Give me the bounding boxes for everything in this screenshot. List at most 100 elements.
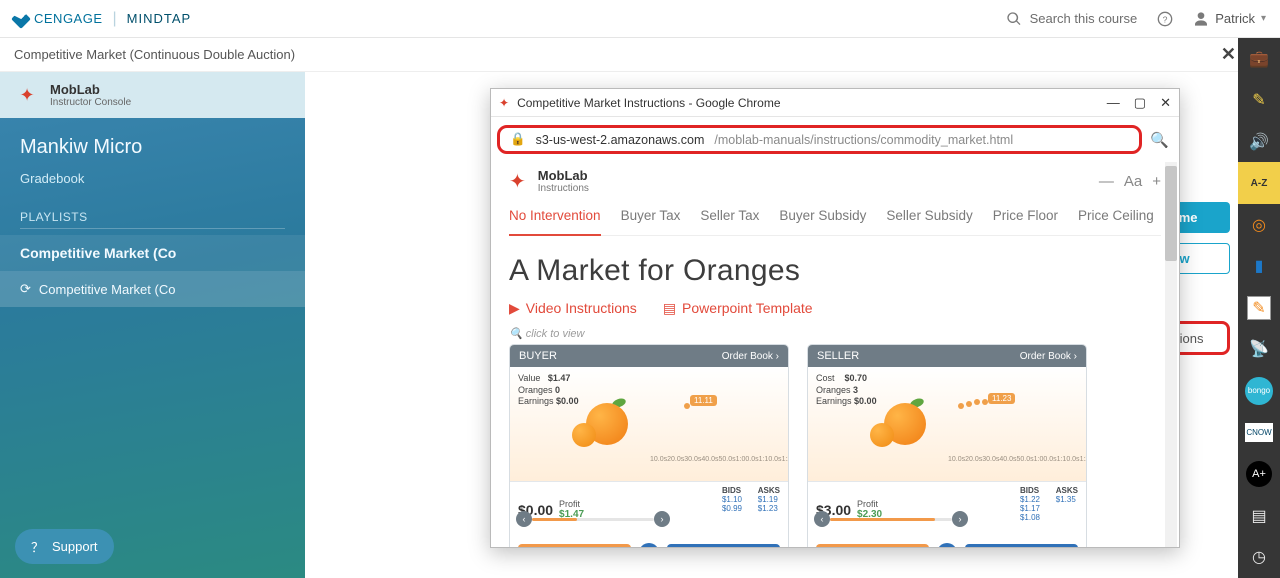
ribbon-list-icon[interactable]: ▤ xyxy=(1238,495,1280,536)
doc-tabs: No Intervention Buyer Tax Seller Tax Buy… xyxy=(509,198,1161,236)
minimize-icon[interactable]: — xyxy=(1107,95,1120,111)
doc-brand-sub: Instructions xyxy=(538,183,589,194)
tab-buyer-subsidy[interactable]: Buyer Subsidy xyxy=(779,208,866,231)
seller-card[interactable]: SELLER Order Book › Cost $0.70 Oranges 3 … xyxy=(807,344,1087,547)
moblab-header: ✦ MobLab Instructor Console xyxy=(0,72,305,118)
moblab-sub: Instructor Console xyxy=(50,97,131,108)
ribbon-glossary-icon[interactable]: A-Z xyxy=(1238,162,1280,203)
doc-brand: MobLab xyxy=(538,168,589,183)
moblab-logo-icon: ✦ xyxy=(14,82,40,108)
ribbon-cnow-icon[interactable]: CNOW xyxy=(1245,423,1273,443)
ribbon-target-icon[interactable]: ◎ xyxy=(1238,204,1280,245)
scroll-thumb[interactable] xyxy=(1165,166,1177,261)
ribbon-bongo-icon[interactable]: bongo xyxy=(1245,377,1273,405)
address-bar-row: 🔒 s3-us-west-2.amazonaws.com/moblab-manu… xyxy=(491,117,1179,162)
tab-price-ceiling[interactable]: Price Ceiling xyxy=(1078,208,1154,231)
seller-kv: Cost $0.70 Oranges 3 Earnings $0.00 xyxy=(816,373,877,408)
topbar: CENGAGE | MINDTAP Search this course ? P… xyxy=(0,0,1280,38)
maximize-icon[interactable]: ▢ xyxy=(1134,95,1146,111)
buyer-title: BUYER xyxy=(519,350,557,362)
video-instructions-label: Video Instructions xyxy=(526,300,637,316)
product: MINDTAP xyxy=(127,11,192,26)
orange-icon xyxy=(870,399,934,447)
ribbon-a-plus-icon[interactable]: A+ xyxy=(1246,461,1272,487)
seller-bids: BIDS$1.22$1.17$1.08 xyxy=(1020,486,1040,522)
ribbon-notes-icon[interactable]: ✎ xyxy=(1247,296,1271,320)
seller-sell-button: Sell at Highest Bid xyxy=(965,544,1078,547)
video-instructions-link[interactable]: ▶Video Instructions xyxy=(509,300,637,317)
playlist-item-competitive-market[interactable]: Competitive Market (Co xyxy=(0,235,305,271)
tab-price-floor[interactable]: Price Floor xyxy=(993,208,1058,231)
tab-seller-tax[interactable]: Seller Tax xyxy=(700,208,759,231)
buyer-asks: ASKS$1.19$1.23 xyxy=(758,486,780,513)
buyer-card[interactable]: BUYEROrder Book › Value $1.47 Oranges 0 … xyxy=(509,344,789,547)
close-icon[interactable]: ✕ xyxy=(1221,44,1236,65)
seller-or-chip: or xyxy=(937,543,957,547)
buyer-chart: 11.11 xyxy=(650,377,780,451)
ribbon-highlighter-icon[interactable]: ✎ xyxy=(1238,79,1280,120)
seller-chart: 11.23 xyxy=(948,377,1078,451)
moblab-logo-icon: ✦ xyxy=(509,169,526,194)
doc-links: ▶Video Instructions ▤Powerpoint Template xyxy=(509,300,1161,317)
buyer-buy-button: Buy at Lowest Ask xyxy=(667,544,780,547)
buyer-bid-button: Bid xyxy=(518,544,631,548)
orange-icon xyxy=(572,399,636,447)
seller-slider: ‹› xyxy=(816,514,966,524)
font-decrease-icon[interactable]: — xyxy=(1099,173,1114,190)
tool-ribbon: 💼 ✎ 🔊 A-Z ◎ ▮ ✎ 📡 bongo CNOW A+ ▤ ◷ xyxy=(1238,38,1280,578)
ribbon-book-icon[interactable]: ▮ xyxy=(1238,245,1280,286)
support-label: Support xyxy=(52,539,98,554)
search-icon xyxy=(1006,11,1022,27)
cengage-logo-icon xyxy=(11,9,31,29)
seller-ticks: 10.0s20.0s30.0s40.0s50.0s1:00.0s1:10.0s1… xyxy=(948,456,1078,463)
support-button[interactable]: ？ Support xyxy=(15,529,114,564)
gradebook-link[interactable]: Gradebook xyxy=(0,165,305,206)
tab-buyer-tax[interactable]: Buyer Tax xyxy=(621,208,681,231)
font-increase-icon[interactable]: + xyxy=(1152,173,1161,190)
close-icon[interactable]: ✕ xyxy=(1160,95,1171,111)
seller-title: SELLER xyxy=(817,350,859,362)
seller-asks: ASKS$1.35 xyxy=(1056,486,1078,504)
page-subtitle-bar: Competitive Market (Continuous Double Au… xyxy=(0,38,1280,72)
zoom-icon[interactable]: 🔍 xyxy=(1150,131,1169,149)
lock-icon: 🔒 xyxy=(510,132,526,147)
popup-titlebar[interactable]: ✦ Competitive Market Instructions - Goog… xyxy=(491,89,1179,117)
link-icon: ⟳ xyxy=(20,281,31,297)
help-icon[interactable]: ? xyxy=(1157,11,1173,27)
page-subtitle: Competitive Market (Continuous Double Au… xyxy=(14,47,295,62)
buyer-slider: ‹› xyxy=(518,514,668,524)
main-area: ) ✓ Robots ⓘ Run Game Preview ⌂Guide ▣In… xyxy=(305,72,1238,578)
course-title: Mankiw Micro xyxy=(0,118,305,165)
buyer-ticks: 10.0s20.0s30.0s40.0s50.0s1:00.0s1:10.0s1… xyxy=(650,456,780,463)
url-path: /moblab-manuals/instructions/commodity_m… xyxy=(714,133,1013,147)
playlist-subitem-competitive-market[interactable]: ⟳ Competitive Market (Co xyxy=(0,271,305,307)
click-to-view: 🔍 click to view xyxy=(509,317,1161,344)
click-to-view-text: click to view xyxy=(526,328,585,340)
brand: CENGAGE xyxy=(34,11,103,26)
popup-document: ✦ MobLab Instructions — Aa + No Interven… xyxy=(491,162,1179,547)
seller-price-pill: 11.23 xyxy=(988,393,1015,404)
tab-seller-subsidy[interactable]: Seller Subsidy xyxy=(886,208,972,231)
help-icon: ？ xyxy=(31,537,44,556)
moblab-title: MobLab xyxy=(50,82,131,97)
address-bar[interactable]: 🔒 s3-us-west-2.amazonaws.com/moblab-manu… xyxy=(497,125,1142,154)
ppt-template-link[interactable]: ▤Powerpoint Template xyxy=(663,300,813,317)
seller-order-book: Order Book › xyxy=(1020,351,1077,362)
preview-cards: BUYEROrder Book › Value $1.47 Oranges 0 … xyxy=(509,344,1161,547)
buyer-or-chip: or xyxy=(639,543,659,547)
ribbon-clock-icon[interactable]: ◷ xyxy=(1238,537,1280,578)
ribbon-audio-icon[interactable]: 📡 xyxy=(1238,329,1280,370)
svg-text:?: ? xyxy=(1163,14,1168,24)
moblab-mini-icon: ✦ xyxy=(499,96,509,110)
seller-ask-button: Ask xyxy=(816,544,929,548)
search-placeholder: Search this course xyxy=(1030,11,1138,26)
popup-window: ✦ Competitive Market Instructions - Goog… xyxy=(490,88,1180,548)
ribbon-briefcase-icon[interactable]: 💼 xyxy=(1238,38,1280,79)
buyer-order-book: Order Book › xyxy=(722,351,779,362)
doc-header: ✦ MobLab Instructions — Aa + xyxy=(509,162,1161,198)
search-course[interactable]: Search this course xyxy=(1006,11,1138,27)
left-sidebar: ✦ MobLab Instructor Console Mankiw Micro… xyxy=(0,72,305,578)
ribbon-rss-icon[interactable]: 🔊 xyxy=(1238,121,1280,162)
user-menu[interactable]: Patrick ▾ xyxy=(1193,11,1266,27)
tab-no-intervention[interactable]: No Intervention xyxy=(509,208,601,236)
